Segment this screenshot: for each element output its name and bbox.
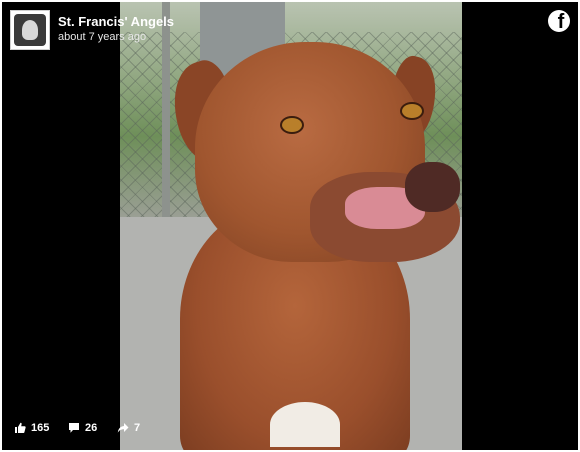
- post-photo[interactable]: [120, 2, 462, 450]
- facebook-embedded-post: St. Francis' Angels about 7 years ago f …: [2, 2, 578, 450]
- fence-pole: [162, 2, 170, 217]
- page-avatar[interactable]: [10, 10, 50, 50]
- shares-count-value: 7: [134, 422, 141, 434]
- angel-logo-icon: [14, 14, 46, 46]
- post-timestamp-link[interactable]: about 7 years ago: [58, 31, 146, 43]
- shares-count[interactable]: 7: [117, 422, 140, 434]
- dog-chest-patch: [270, 402, 340, 447]
- page-name-link[interactable]: St. Francis' Angels: [58, 14, 174, 29]
- comment-icon: [69, 423, 79, 433]
- thumbs-up-icon: [15, 422, 26, 433]
- likes-count[interactable]: 165: [14, 422, 49, 434]
- comments-count-value: 26: [85, 422, 98, 434]
- dog-eye-right: [400, 102, 424, 120]
- likes-count-value: 165: [31, 422, 50, 434]
- comments-count[interactable]: 26: [68, 422, 97, 434]
- facebook-logo-icon[interactable]: f: [548, 10, 570, 32]
- share-arrow-icon: [117, 423, 129, 433]
- dog-nose: [405, 162, 460, 212]
- dog-eye-left: [280, 116, 304, 134]
